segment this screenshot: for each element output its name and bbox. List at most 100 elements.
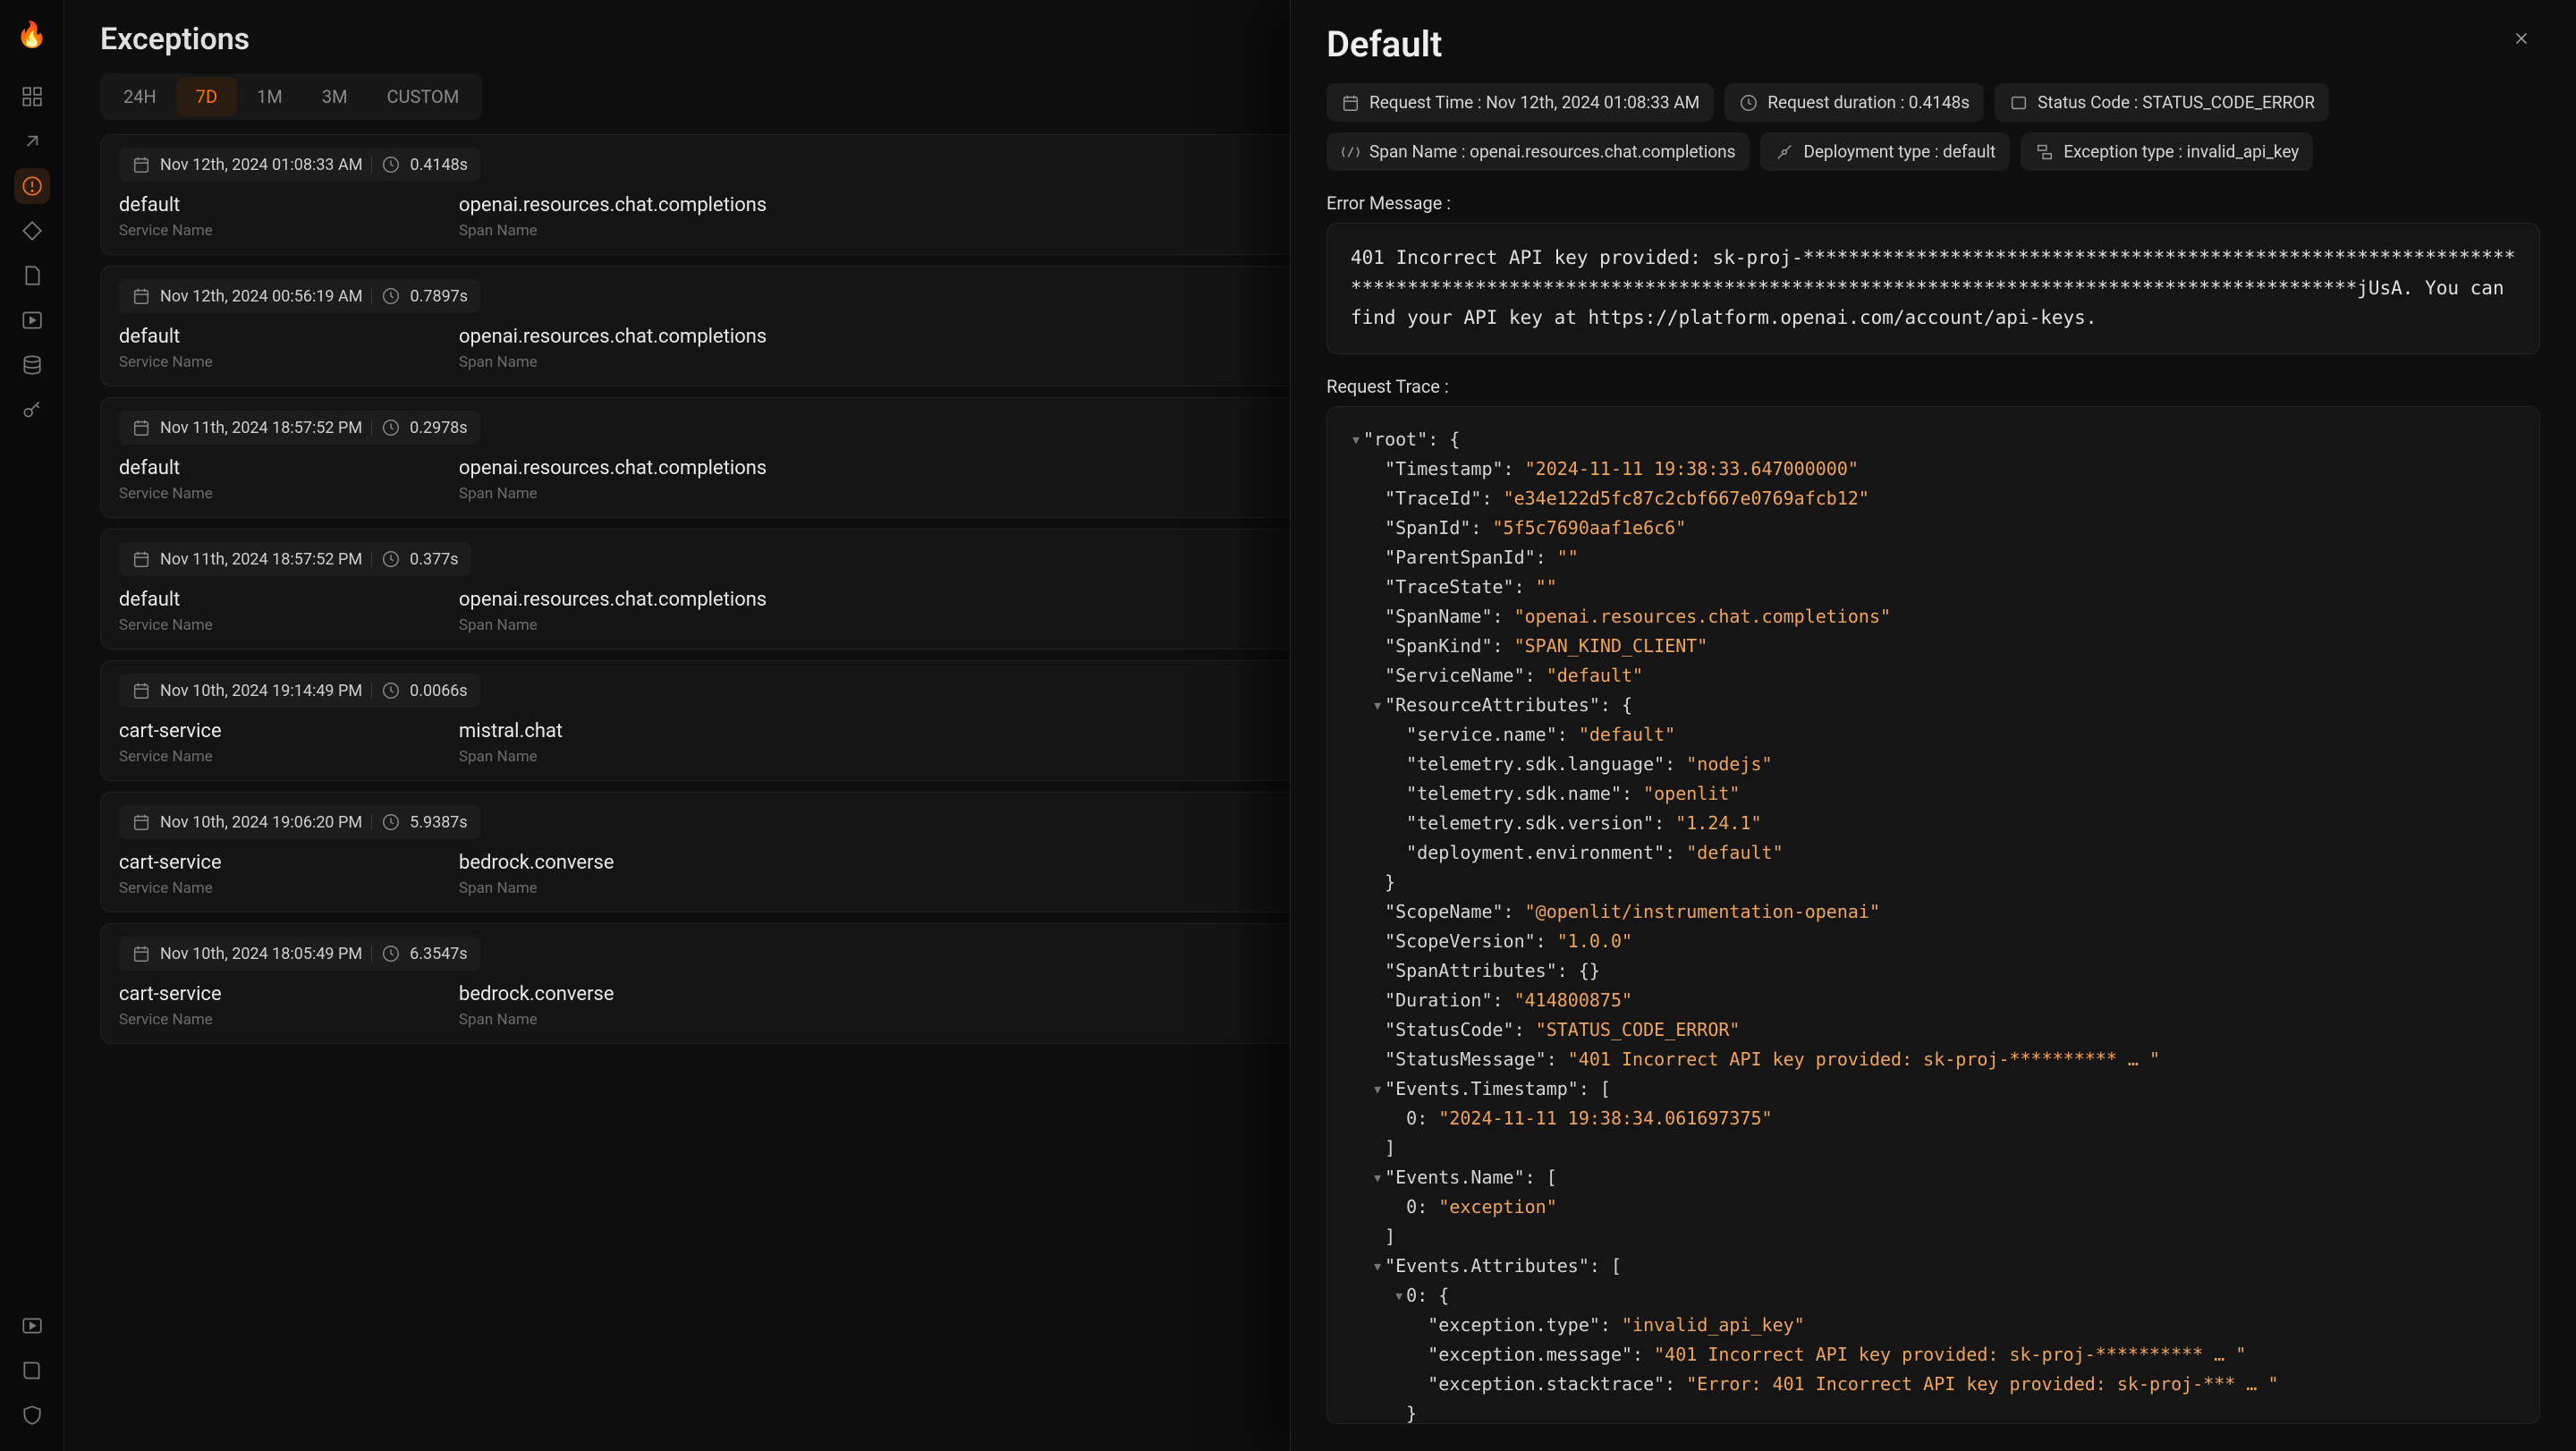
chip-text: Status Code : STATUS_CODE_ERROR	[2038, 92, 2315, 113]
trace-line: "exception.message": "401 Incorrect API …	[1351, 1340, 2516, 1370]
nav-settings[interactable]	[14, 1397, 50, 1433]
panel-chip: Exception type : invalid_api_key	[2021, 132, 2313, 171]
card-duration: 0.377s	[410, 550, 459, 569]
chip-icon	[2009, 93, 2029, 113]
trace-line: "TraceId": "e34e122d5fc87c2cbf667e0769af…	[1351, 484, 2516, 513]
trace-line: ]	[1351, 1133, 2516, 1163]
clock-icon	[381, 812, 401, 832]
service-name-label: Service Name	[119, 485, 387, 503]
trace-line: "telemetry.sdk.version": "1.24.1"	[1351, 809, 2516, 838]
panel-chips: Request Time : Nov 12th, 2024 01:08:33 A…	[1291, 74, 2576, 187]
clock-icon	[381, 944, 401, 963]
card-service-name: default	[119, 326, 387, 348]
span-name-label: Span Name	[459, 748, 727, 766]
trace-line: ▾0: {	[1351, 1281, 2516, 1311]
request-trace-body: ▾"root": { "Timestamp": "2024-11-11 19:3…	[1326, 406, 2540, 1424]
panel-chip: Request Time : Nov 12th, 2024 01:08:33 A…	[1326, 83, 1714, 122]
trace-line: "ServiceName": "default"	[1351, 661, 2516, 691]
chip-icon	[1341, 142, 1360, 162]
nav-book[interactable]	[14, 1353, 50, 1388]
error-message-body: 401 Incorrect API key provided: sk-proj-…	[1326, 223, 2540, 354]
book-icon	[21, 1359, 44, 1382]
close-button[interactable]	[2503, 23, 2540, 59]
nav-prompts[interactable]	[14, 213, 50, 249]
trace-line: "SpanKind": "SPAN_KIND_CLIENT"	[1351, 632, 2516, 661]
card-span-name: mistral.chat	[459, 720, 727, 742]
card-duration: 0.7897s	[410, 287, 468, 306]
card-span-name: openai.resources.chat.completions	[459, 589, 767, 611]
trace-line: ▾"ResourceAttributes": {	[1351, 691, 2516, 720]
service-name-label: Service Name	[119, 616, 387, 634]
card-timestamp: Nov 10th, 2024 18:05:49 PM	[160, 945, 362, 963]
panel-chip: Request duration : 0.4148s	[1724, 83, 1984, 122]
chip-text: Exception type : invalid_api_key	[2063, 141, 2299, 162]
clock-icon	[381, 286, 401, 306]
card-meta-pill: Nov 12th, 2024 00:56:19 AM0.7897s	[119, 279, 480, 313]
time-tab-custom[interactable]: CUSTOM	[368, 77, 479, 116]
nav-database[interactable]	[14, 347, 50, 383]
trace-line: "Duration": "414800875"	[1351, 986, 2516, 1015]
time-tab-3m[interactable]: 3M	[302, 77, 368, 116]
nav-exceptions[interactable]	[14, 168, 50, 204]
calendar-icon	[131, 286, 151, 306]
nav-docs[interactable]	[14, 258, 50, 293]
trace-line: "service.name": "default"	[1351, 720, 2516, 750]
time-tab-24h[interactable]: 24H	[104, 77, 176, 116]
card-meta-pill: Nov 12th, 2024 01:08:33 AM0.4148s	[119, 148, 480, 182]
trace-line: "ScopeName": "@openlit/instrumentation-o…	[1351, 897, 2516, 927]
trace-line: "exception.stacktrace": "Error: 401 Inco…	[1351, 1370, 2516, 1399]
request-trace-label: Request Trace :	[1291, 370, 2576, 406]
card-meta-pill: Nov 10th, 2024 18:05:49 PM6.3547s	[119, 937, 480, 971]
card-service-name: cart-service	[119, 983, 387, 1006]
chip-text: Request duration : 0.4148s	[1767, 92, 1970, 113]
panel-title: Default	[1326, 23, 1442, 65]
card-service-name: default	[119, 457, 387, 479]
trace-line: "telemetry.sdk.name": "openlit"	[1351, 779, 2516, 809]
trace-line: "deployment.environment": "default"	[1351, 838, 2516, 868]
nav-terminal[interactable]	[14, 302, 50, 338]
time-tab-1m[interactable]: 1M	[237, 77, 302, 116]
trace-line: ▾"Events.Attributes": [	[1351, 1252, 2516, 1281]
trace-line: "StatusMessage": "401 Incorrect API key …	[1351, 1045, 2516, 1074]
shield-icon	[21, 1404, 44, 1427]
calendar-icon	[131, 155, 151, 174]
chip-icon	[1739, 93, 1758, 113]
calendar-icon	[131, 549, 151, 569]
key-icon	[21, 398, 44, 421]
service-name-label: Service Name	[119, 1011, 387, 1029]
chip-icon	[1341, 93, 1360, 113]
span-name-label: Span Name	[459, 1011, 727, 1029]
trace-line: "StatusCode": "STATUS_CODE_ERROR"	[1351, 1015, 2516, 1045]
clock-icon	[381, 681, 401, 700]
grid-icon	[21, 85, 44, 108]
nav-requests[interactable]	[14, 123, 50, 159]
card-duration: 0.4148s	[410, 156, 468, 174]
calendar-icon	[131, 418, 151, 437]
time-tab-7d[interactable]: 7D	[176, 77, 237, 116]
database-icon	[21, 353, 44, 377]
trace-line: 0: "2024-11-11 19:38:34.061697375"	[1351, 1104, 2516, 1133]
service-name-label: Service Name	[119, 879, 387, 897]
span-name-label: Span Name	[459, 879, 727, 897]
card-meta-pill: Nov 10th, 2024 19:14:49 PM0.0066s	[119, 674, 480, 708]
trace-line: ▾"root": {	[1351, 425, 2516, 454]
card-duration: 5.9387s	[410, 813, 468, 832]
service-name-label: Service Name	[119, 353, 387, 371]
nav-dashboard[interactable]	[14, 79, 50, 115]
span-name-label: Span Name	[459, 353, 767, 371]
document-icon	[21, 264, 44, 287]
card-span-name: bedrock.converse	[459, 983, 727, 1006]
chip-text: Deployment type : default	[1803, 141, 1996, 162]
span-name-label: Span Name	[459, 222, 767, 240]
chip-text: Span Name : openai.resources.chat.comple…	[1369, 141, 1735, 162]
card-service-name: default	[119, 589, 387, 611]
nav-play[interactable]	[14, 1308, 50, 1344]
service-name-label: Service Name	[119, 748, 387, 766]
clock-icon	[381, 418, 401, 437]
card-service-name: cart-service	[119, 720, 387, 742]
trace-line: ▾"Events.Timestamp": [	[1351, 1074, 2516, 1104]
trace-line: "SpanId": "5f5c7690aaf1e6c6"	[1351, 513, 2516, 543]
trace-line: "Timestamp": "2024-11-11 19:38:33.647000…	[1351, 454, 2516, 484]
nav-keys[interactable]	[14, 392, 50, 428]
trace-line: "ParentSpanId": ""	[1351, 543, 2516, 573]
